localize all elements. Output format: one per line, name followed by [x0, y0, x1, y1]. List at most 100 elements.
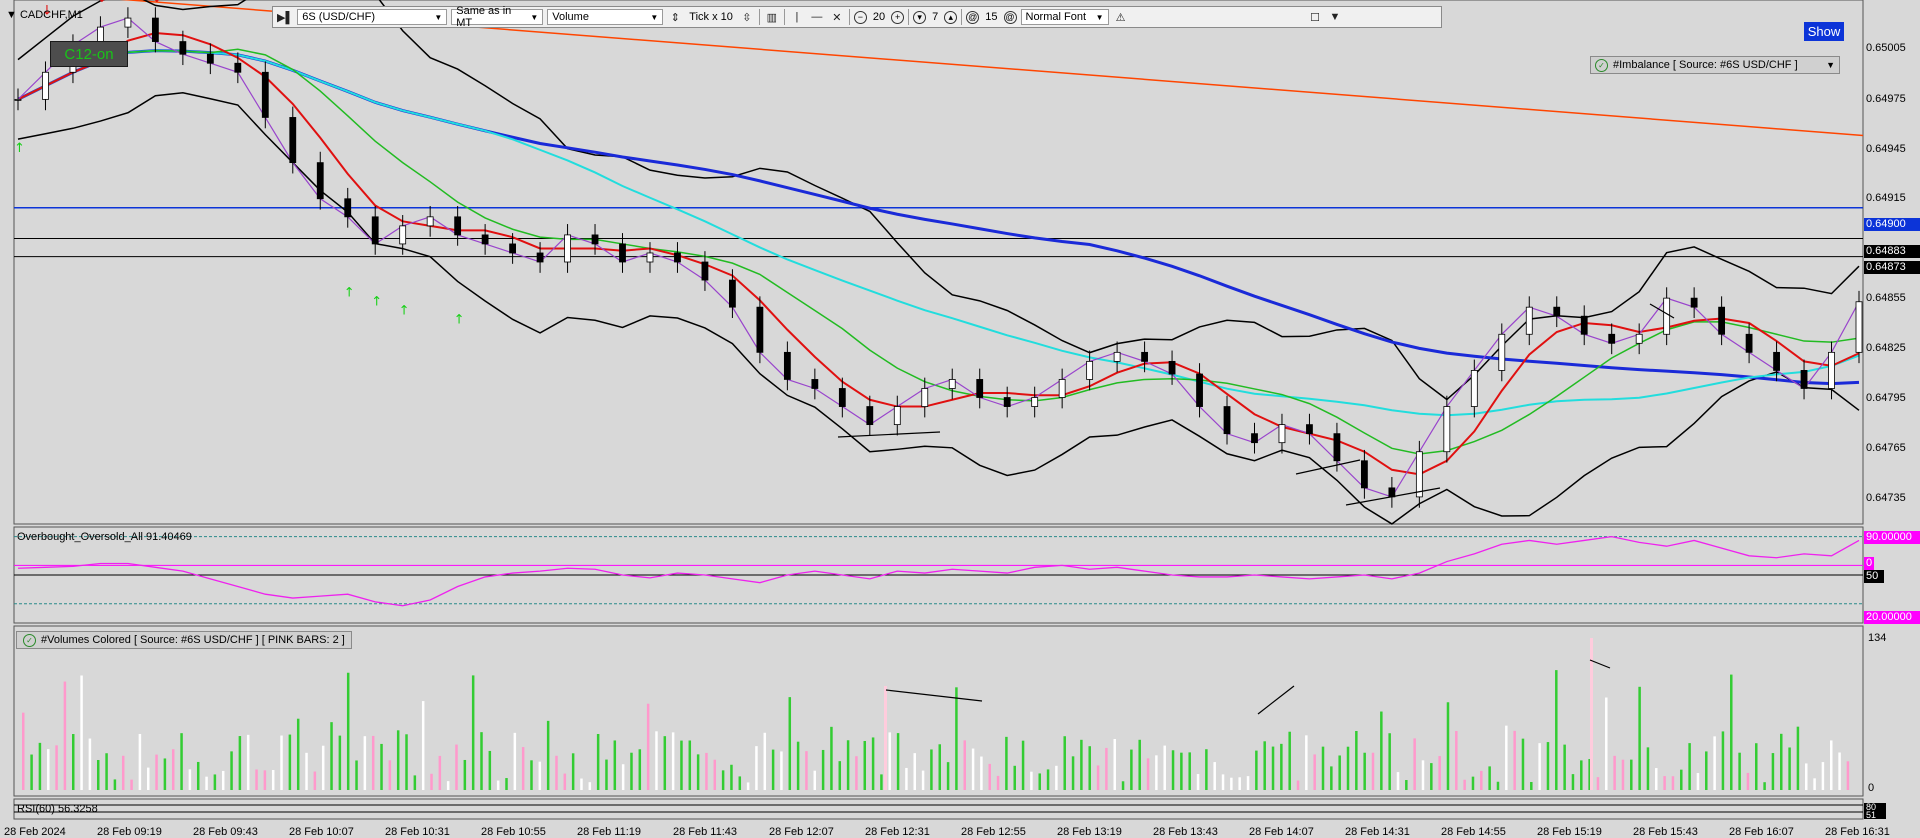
volume-bar	[663, 736, 667, 790]
at-sign-icon[interactable]: @	[1003, 10, 1017, 24]
volume-bar	[338, 735, 342, 790]
volume-bar	[1113, 738, 1116, 790]
volume-bar	[1646, 747, 1650, 790]
volume-axis-top: 134	[1868, 632, 1887, 644]
candle-body	[454, 216, 462, 236]
check-circle-icon[interactable]: ✓	[1595, 58, 1608, 72]
candle-body	[1306, 424, 1313, 435]
buy-arrow-icon: ↑	[454, 312, 465, 327]
vertical-line-icon[interactable]: |	[789, 9, 805, 25]
chevron-down-circle-icon[interactable]: ▾	[913, 10, 927, 24]
volume-bar	[630, 752, 633, 790]
sell-arrow-icon: ↓	[151, 0, 162, 6]
volume-bar	[1330, 766, 1333, 790]
volume-bar	[963, 740, 966, 790]
volume-bar	[55, 745, 58, 790]
increment-icon[interactable]: +	[891, 10, 905, 24]
stepper-2-value[interactable]: 7	[930, 11, 940, 23]
close-icon[interactable]: ✕	[829, 9, 845, 25]
stepper-3-value[interactable]: 15	[983, 11, 999, 23]
volume-bar	[1255, 750, 1258, 790]
rsi-tag: 51	[1864, 811, 1886, 820]
candle-body	[866, 406, 874, 426]
volume-bar	[1146, 758, 1150, 790]
at-sign-icon[interactable]: @	[966, 10, 980, 24]
price-tick: 0.64825	[1866, 342, 1906, 354]
symbol-select[interactable]: 6S (USD/CHF) ▼	[297, 9, 448, 25]
volume-bar	[988, 763, 991, 790]
volume-bar	[1755, 743, 1758, 790]
volume-bar	[1696, 773, 1700, 790]
volume-bar-pink	[884, 686, 887, 790]
volume-bar	[896, 733, 900, 790]
candle-body	[1553, 306, 1561, 317]
time-tick: 28 Feb 16:07	[1729, 826, 1794, 838]
obos-mid-tag: 50	[1864, 570, 1884, 583]
volume-bar	[946, 762, 950, 790]
volume-bar	[480, 732, 483, 790]
volume-bar	[263, 770, 267, 790]
volume-bar	[655, 731, 658, 790]
volume-bar	[1421, 760, 1425, 790]
imbalance-indicator-panel[interactable]: ✓ #Imbalance [ Source: #6S USD/CHF ] ▼	[1590, 56, 1840, 74]
collapse-triangle-icon[interactable]: ▼	[6, 9, 17, 21]
source-select[interactable]: Volume ▼	[547, 9, 664, 25]
horizontal-line-icon[interactable]: —	[809, 9, 825, 25]
volume-bar	[813, 770, 817, 790]
volume-bar	[46, 749, 50, 790]
volume-bar	[771, 749, 775, 790]
tick-multiplier-label: Tick x 10	[689, 11, 733, 23]
window-square-icon[interactable]: ☐	[1307, 9, 1323, 25]
volume-bar	[688, 740, 692, 790]
stepper-1-value[interactable]: 20	[871, 11, 887, 23]
chart-canvas[interactable]: ↑↑↑↑↑↓↓↓	[0, 0, 1920, 838]
volume-bar	[821, 749, 825, 790]
time-mode-select[interactable]: Same as in MT ▼	[451, 5, 544, 29]
range-adjust-icon[interactable]: ⇕	[667, 9, 683, 25]
decrement-icon[interactable]: −	[853, 10, 867, 24]
volume-bar	[1238, 777, 1241, 790]
volume-bar	[1513, 730, 1516, 790]
play-step-icon[interactable]: ▶▌	[277, 9, 293, 25]
volume-bar	[596, 733, 600, 790]
check-circle-icon[interactable]: ✓	[23, 633, 36, 647]
volume-bar	[1613, 755, 1616, 790]
candle-body	[1745, 333, 1753, 353]
font-mode-select[interactable]: Normal Font ▼	[1020, 9, 1109, 25]
volume-bar	[355, 760, 358, 790]
candle-body	[1031, 397, 1039, 407]
c12-status-badge[interactable]: C12-on	[50, 41, 128, 67]
chevron-down-icon[interactable]: ▼	[1327, 9, 1343, 25]
volume-bar	[505, 778, 508, 790]
candle-body	[1086, 360, 1094, 380]
volume-bar	[780, 751, 783, 790]
spread-adjust-icon[interactable]: ⇳	[739, 9, 755, 25]
volume-bar	[463, 759, 467, 790]
chart-title-text: CADCHF,M1	[19, 9, 83, 21]
show-button[interactable]: Show	[1804, 22, 1844, 41]
chevron-down-icon[interactable]: ▼	[1826, 60, 1835, 70]
time-tick: 28 Feb 12:31	[865, 826, 930, 838]
time-tick: 28 Feb 14:55	[1441, 826, 1506, 838]
volume-bar	[221, 770, 225, 790]
candle-body	[619, 243, 626, 263]
warning-triangle-icon[interactable]: ⚠	[1113, 9, 1129, 25]
volume-bar	[1488, 766, 1491, 790]
volume-bar	[438, 755, 442, 790]
volume-bar	[388, 760, 392, 790]
volume-bar	[321, 745, 325, 790]
volume-bar	[213, 774, 217, 790]
volumes-indicator-panel[interactable]: ✓ #Volumes Colored [ Source: #6S USD/CHF…	[16, 631, 352, 649]
chevron-up-circle-icon[interactable]: ▴	[944, 10, 958, 24]
volume-bar	[271, 770, 275, 790]
time-tick: 28 Feb 11:19	[577, 826, 642, 838]
candle-body	[536, 252, 544, 263]
volume-bar	[521, 747, 525, 790]
c12-label: C12-on	[64, 45, 114, 63]
candle-body	[1223, 406, 1231, 435]
time-tick: 28 Feb 09:19	[97, 826, 162, 838]
volume-bar	[1263, 741, 1266, 790]
volume-bar	[1771, 753, 1775, 790]
bars-icon[interactable]: ▥	[764, 9, 780, 25]
volume-bar	[113, 779, 117, 790]
